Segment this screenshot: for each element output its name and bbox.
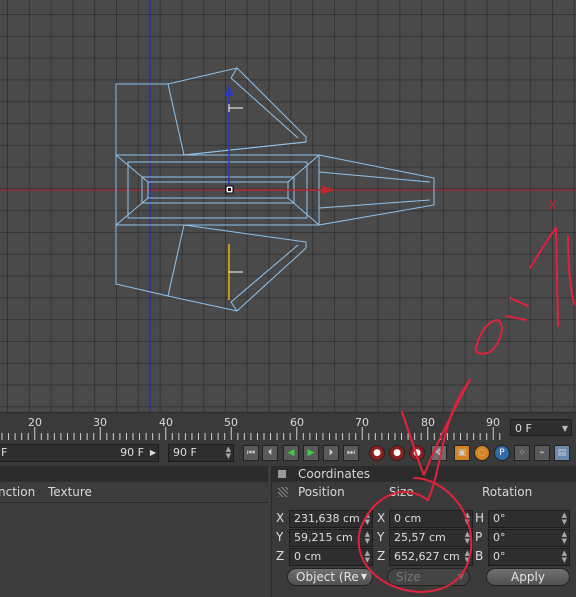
max-frame-value: 90 F [173, 446, 197, 459]
ruler-tick-90: 90 [486, 416, 500, 429]
apply-button[interactable]: Apply [486, 568, 570, 586]
menu-texture[interactable]: Texture [48, 485, 92, 499]
ruler-tick-60: 60 [290, 416, 304, 429]
point-level-key-icon[interactable]: ⁘ [514, 445, 530, 461]
current-frame-value: 0 F [515, 422, 532, 435]
chevron-down-icon: ▼ [457, 572, 464, 581]
current-frame-field[interactable]: 0 F ▼ [510, 419, 572, 436]
rotation-p-field[interactable]: 0° ▲ ▼ [488, 529, 570, 547]
spinner-icon: ▲ ▼ [364, 530, 370, 545]
timeline-window-icon[interactable]: ▤ [554, 445, 570, 461]
x-axis-arrow [322, 186, 336, 194]
rotation-b-label: B [475, 549, 484, 563]
menu-function[interactable]: nction [0, 485, 35, 499]
rotation-h-value: 0° [493, 512, 506, 525]
scale-key-icon[interactable]: ▣ [454, 445, 470, 461]
autokey-icon[interactable]: ● [389, 445, 405, 461]
position-x-field[interactable]: 231,638 cm ▲ ▼ [289, 510, 373, 528]
coordinates-header: Position Size Rotation [272, 484, 576, 502]
chevron-down-icon: ▼ [360, 572, 367, 581]
spinner-icon: ▲ ▼ [561, 511, 567, 526]
size-y-field[interactable]: 25,57 cm ▲ ▼ [389, 529, 473, 547]
play-arrow-icon: ▶ [149, 448, 156, 457]
rotation-h-field[interactable]: 0° ▲ ▼ [488, 510, 570, 528]
size-x-field[interactable]: 0 cm ▲ ▼ [389, 510, 473, 528]
spinner-icon: ▲ ▼ [464, 549, 470, 564]
size-x-value: 0 cm [394, 512, 422, 525]
panel-toggle-icon[interactable] [278, 470, 286, 478]
ruler-tick-40: 40 [159, 416, 173, 429]
timeline-ruler[interactable]: 20 30 40 50 60 70 80 90 0 F ▼ [0, 412, 576, 441]
material-menu-bar: nction Texture [0, 484, 268, 503]
rotation-h-label: H [475, 511, 485, 525]
keyframe-selection-icon[interactable]: ● [409, 445, 425, 461]
play-forward-button[interactable]: ▶ [303, 445, 319, 461]
viewport-3d[interactable]: X [0, 0, 576, 412]
range-end-field[interactable]: F 90 F ▶ [0, 444, 159, 462]
position-key-icon[interactable]: ✥ [431, 445, 447, 461]
position-y-field[interactable]: 59,215 cm ▲ ▼ [289, 529, 373, 547]
parameter-key-icon[interactable]: P [494, 445, 510, 461]
next-key-button[interactable]: ⏵ [323, 445, 339, 461]
rotation-p-value: 0° [493, 531, 506, 544]
position-column-label: Position [298, 485, 345, 499]
rotation-column-label: Rotation [482, 485, 533, 499]
size-mode-dropdown[interactable]: Size ▼ [387, 568, 470, 586]
position-z-field[interactable]: 0 cm ▲ ▼ [289, 548, 373, 566]
rotation-b-field[interactable]: 0° ▲ ▼ [488, 548, 570, 566]
size-z-field[interactable]: 652,627 cm ▲ ▼ [389, 548, 473, 566]
previous-key-button[interactable]: ⏴ [262, 445, 278, 461]
size-mode-value: Size [396, 570, 421, 584]
rotation-key-icon[interactable]: ◌ [474, 445, 490, 461]
spinner-icon: ▲ ▼ [561, 530, 567, 545]
size-z-value: 652,627 cm [394, 550, 460, 563]
size-x-label: X [377, 511, 386, 525]
ruler-tick-50: 50 [224, 416, 238, 429]
ruler-tick-20: 20 [28, 416, 42, 429]
transport-bar: F 90 F ▶ 90 F ▲ ▼ ⏮ ⏴ ◀ ▶ ⏵ ⏭ ● ● ● ✥ ▣ ◌… [0, 441, 576, 465]
position-y-label: Y [276, 530, 284, 544]
play-backward-button[interactable]: ◀ [283, 445, 299, 461]
spinner-icon: ▲ ▼ [225, 445, 231, 460]
ruler-tick-80: 80 [421, 416, 435, 429]
material-manager: nction Texture [0, 466, 268, 597]
y-axis-arrow [225, 84, 233, 96]
spinner-icon: ▲ ▼ [364, 549, 370, 564]
coordinates-title: Coordinates [298, 467, 371, 481]
position-x-value: 231,638 cm [294, 512, 360, 525]
size-z-label: Z [377, 549, 386, 563]
max-frame-field[interactable]: 90 F ▲ ▼ [168, 444, 234, 462]
go-to-start-button[interactable]: ⏮ [243, 445, 259, 461]
axis-x-label: X [548, 199, 557, 214]
position-x-label: X [276, 511, 285, 525]
ruler-tick-30: 30 [93, 416, 107, 429]
spinner-icon: ▲ ▼ [561, 549, 567, 564]
grip-icon [278, 487, 288, 497]
spinner-icon: ▲ ▼ [464, 530, 470, 545]
size-column-label: Size [389, 485, 414, 499]
coordinates-title-bar: Coordinates [272, 466, 576, 482]
wireframe-model: X [0, 0, 576, 412]
bottom-panels: nction Texture Coordinates Position Size… [0, 466, 576, 597]
spinner-icon: ▲ ▼ [364, 511, 370, 526]
record-icon[interactable]: ● [369, 445, 385, 461]
position-z-label: Z [276, 549, 285, 563]
size-y-label: Y [377, 530, 385, 544]
rotation-b-value: 0° [493, 550, 506, 563]
panel-header [0, 466, 268, 482]
range-start-fragment: F [1, 446, 8, 459]
position-z-value: 0 cm [294, 550, 322, 563]
chevron-down-icon: ▼ [561, 424, 568, 433]
rotation-p-label: P [475, 530, 483, 544]
range-end-value: 90 F [120, 446, 144, 459]
position-y-value: 59,215 cm [294, 531, 353, 544]
coordinates-manager: Coordinates Position Size Rotation X 231… [271, 466, 576, 597]
size-y-value: 25,57 cm [394, 531, 446, 544]
interpolation-icon[interactable]: ⌁ [534, 445, 550, 461]
coordinate-mode-dropdown[interactable]: Object (Re ▼ [287, 568, 373, 586]
spinner-icon: ▲ ▼ [464, 511, 470, 526]
ruler-tick-70: 70 [355, 416, 369, 429]
coordinate-mode-value: Object (Re [296, 570, 359, 584]
go-to-end-button[interactable]: ⏭ [343, 445, 359, 461]
